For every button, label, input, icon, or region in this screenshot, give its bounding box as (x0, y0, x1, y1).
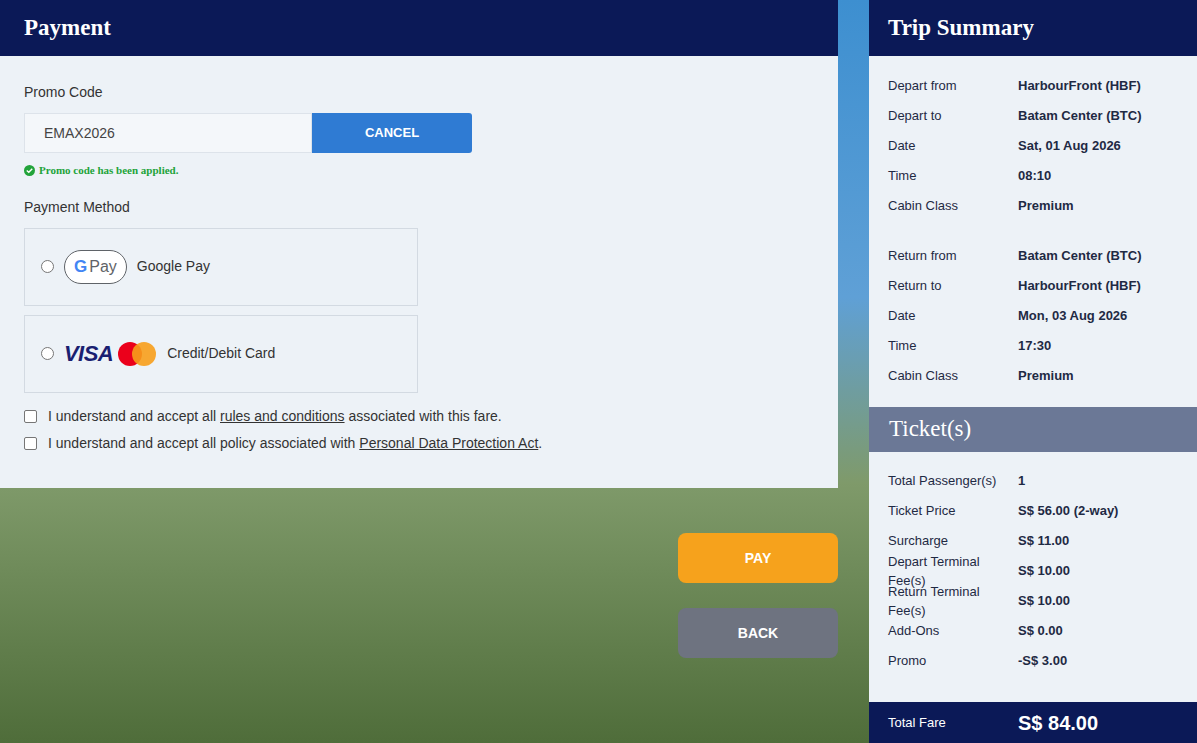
summary-group: Depart fromHarbourFront (HBF)Depart toBa… (869, 71, 1197, 221)
summary-row: Ticket PriceS$ 56.00 (2-way) (869, 496, 1197, 526)
cancel-button[interactable]: CANCEL (312, 113, 472, 153)
summary-row: Cabin ClassPremium (869, 191, 1197, 221)
summary-row: Time08:10 (869, 161, 1197, 191)
summary-row: Return toHarbourFront (HBF) (869, 271, 1197, 301)
payment-panel: Promo Code EMAX2026CANCEL Promo code has b… (0, 56, 838, 488)
summary-row: SurchargeS$ 11.00 (869, 526, 1197, 556)
promo-input[interactable]: EMAX2026 (24, 113, 312, 153)
tickets-header: Ticket(s) (869, 407, 1197, 452)
trip-summary: Depart fromHarbourFront (HBF)Depart toBa… (869, 56, 1197, 407)
payment-page: Payment Promo Code EMAX2026CANCEL Promo cod… (0, 0, 1197, 743)
agreement-row: I understand and accept all policy assoc… (24, 433, 814, 454)
summary-row: Depart fromHarbourFront (HBF) (869, 71, 1197, 101)
summary-row: Depart Terminal Fee(s)S$ 10.00 (869, 556, 1197, 586)
summary-row: Add-OnsS$ 0.00 (869, 616, 1197, 646)
back-button[interactable]: BACK (678, 608, 838, 658)
pay-button[interactable]: PAY (678, 533, 838, 583)
summary-row: Return fromBatam Center (BTC) (869, 241, 1197, 271)
radio-button[interactable] (41, 260, 54, 273)
total-fare-bar: Total FareS$ 84.00 (869, 702, 1197, 743)
check-circle-icon (24, 165, 35, 176)
summary-row: Time17:30 (869, 331, 1197, 361)
payment-column: Payment Promo Code EMAX2026CANCEL Promo cod… (0, 0, 838, 743)
action-buttons: PAY BACK (0, 533, 838, 658)
payment-header: Payment (0, 0, 838, 56)
summary-row: Promo-S$ 3.00 (869, 646, 1197, 676)
summary-row: Return Terminal Fee(s)S$ 10.00 (869, 586, 1197, 616)
payment-methods: GPayGoogle Pay VISACredit/Debit Card (24, 228, 814, 393)
google-pay-logo: GPay (64, 250, 127, 284)
tickets-panel: Total Passenger(s)1Ticket PriceS$ 56.00 … (869, 452, 1197, 702)
payment-method-label: Payment Method (24, 197, 814, 218)
summary-group: Return fromBatam Center (BTC)Return toHa… (869, 241, 1197, 391)
agreement-row: I understand and accept all rules and co… (24, 406, 814, 427)
payment-method-option[interactable]: VISACredit/Debit Card (24, 315, 418, 393)
promo-status: Promo code has been applied. (24, 162, 814, 179)
summary-row: Cabin ClassPremium (869, 361, 1197, 391)
card-logo: VISA (64, 341, 157, 367)
summary-row: Total Passenger(s)1 (869, 466, 1197, 496)
summary-row: DateMon, 03 Aug 2026 (869, 301, 1197, 331)
promo-label: Promo Code (24, 82, 814, 103)
summary-row: Depart toBatam Center (BTC) (869, 101, 1197, 131)
agreement-link[interactable]: rules and conditions (220, 408, 345, 424)
checkbox[interactable] (24, 410, 37, 423)
summary-row: DateSat, 01 Aug 2026 (869, 131, 1197, 161)
summary-header: Trip Summary (869, 0, 1197, 56)
agreement-link[interactable]: Personal Data Protection Act (359, 435, 538, 451)
agreements: I understand and accept all rules and co… (24, 406, 814, 454)
promo-field: EMAX2026CANCEL (24, 113, 814, 153)
mastercard-icon (117, 341, 157, 367)
checkbox[interactable] (24, 437, 37, 450)
payment-method-option[interactable]: GPayGoogle Pay (24, 228, 418, 306)
summary-column: Trip Summary Depart fromHarbourFront (HBF… (869, 0, 1197, 743)
radio-button[interactable] (41, 347, 54, 360)
